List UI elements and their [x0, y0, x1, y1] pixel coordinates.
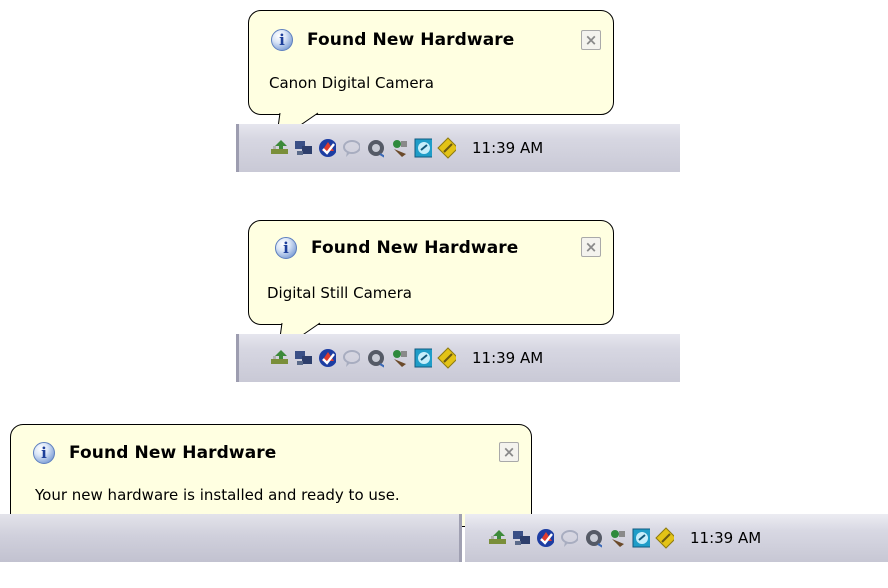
monitor-app-icon[interactable] [413, 138, 432, 158]
taskbar-tray-2: 11:39 AM [236, 334, 680, 382]
network-connection-icon[interactable] [293, 349, 312, 368]
safely-remove-hardware-icon[interactable] [487, 529, 506, 548]
sync-icon[interactable] [389, 139, 408, 158]
volume-icon[interactable] [365, 349, 384, 368]
taskbar-tray-1: 11:39 AM [236, 124, 680, 172]
balloon-message: Canon Digital Camera [269, 74, 434, 92]
close-button[interactable]: × [581, 237, 601, 257]
sync-icon[interactable] [389, 349, 408, 368]
tray-clock[interactable]: 11:39 AM [472, 349, 543, 367]
tray-clock[interactable]: 11:39 AM [690, 529, 761, 547]
pencil-diamond-icon[interactable] [655, 527, 674, 549]
taskbar-tray-3: 11:39 AM [465, 514, 888, 562]
network-connection-icon[interactable] [293, 139, 312, 158]
network-connection-icon[interactable] [511, 529, 530, 548]
security-shield-icon[interactable] [535, 529, 554, 548]
notification-balloon-3[interactable]: i Found New Hardware Your new hardware i… [10, 424, 532, 527]
monitor-app-icon[interactable] [413, 348, 432, 368]
info-icon: i [275, 237, 297, 259]
notification-balloon-2[interactable]: i Found New Hardware Digital Still Camer… [248, 220, 614, 325]
balloon-title-row: i Found New Hardware [33, 442, 276, 464]
balloon-title-row: i Found New Hardware [275, 237, 518, 259]
tray-icons [269, 137, 456, 159]
notification-balloon-1[interactable]: i Found New Hardware Canon Digital Camer… [248, 10, 614, 115]
tray-icons [487, 527, 674, 549]
screenshot: i Found New Hardware Canon Digital Camer… [0, 0, 888, 588]
chat-bubble-icon[interactable] [341, 349, 360, 368]
balloon-message: Your new hardware is installed and ready… [35, 486, 400, 504]
pencil-diamond-icon[interactable] [437, 137, 456, 159]
balloon-title: Found New Hardware [311, 238, 519, 258]
safely-remove-hardware-icon[interactable] [269, 349, 288, 368]
balloon-title: Found New Hardware [307, 30, 515, 50]
balloon-message: Digital Still Camera [267, 284, 412, 302]
sync-icon[interactable] [607, 529, 626, 548]
tray-clock[interactable]: 11:39 AM [472, 139, 543, 157]
chat-bubble-icon[interactable] [341, 139, 360, 158]
info-icon: i [271, 29, 293, 51]
volume-icon[interactable] [583, 529, 602, 548]
volume-icon[interactable] [365, 139, 384, 158]
tray-icons [269, 347, 456, 369]
safely-remove-hardware-icon[interactable] [269, 139, 288, 158]
chat-bubble-icon[interactable] [559, 529, 578, 548]
close-button[interactable]: × [499, 442, 519, 462]
security-shield-icon[interactable] [317, 139, 336, 158]
monitor-app-icon[interactable] [631, 528, 650, 548]
balloon-title: Found New Hardware [69, 443, 277, 463]
pencil-diamond-icon[interactable] [437, 347, 456, 369]
taskbar-buttons-area [0, 514, 462, 562]
close-button[interactable]: × [581, 30, 601, 50]
security-shield-icon[interactable] [317, 349, 336, 368]
info-icon: i [33, 442, 55, 464]
balloon-title-row: i Found New Hardware [271, 29, 514, 51]
